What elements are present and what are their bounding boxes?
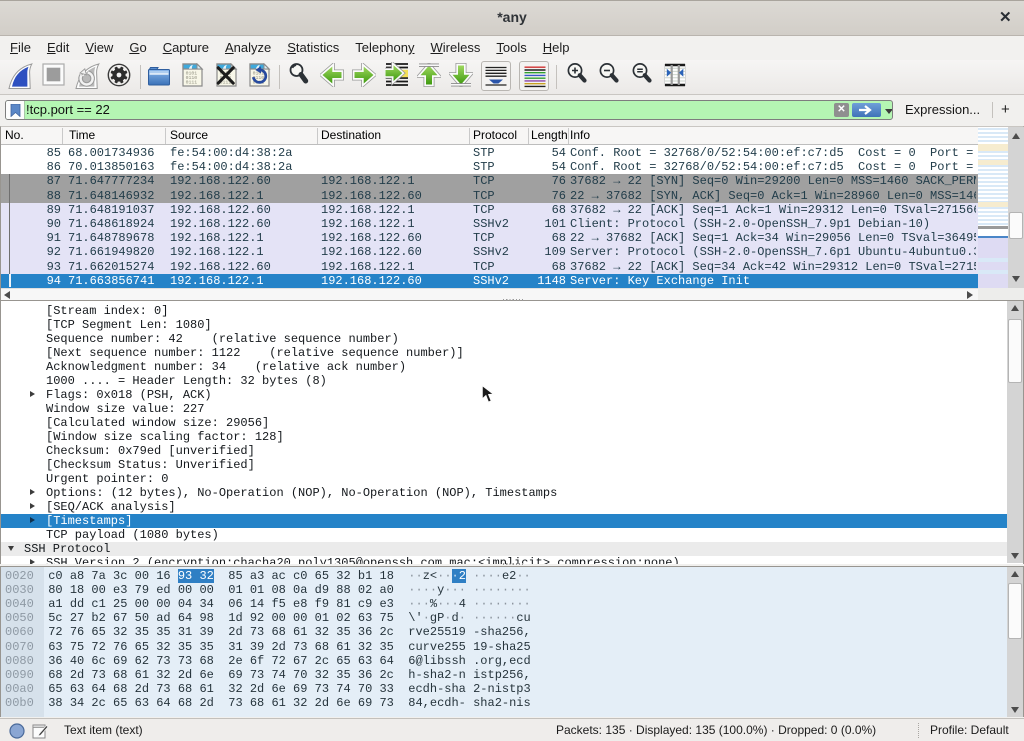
- svg-text:0111: 0111: [186, 80, 198, 86]
